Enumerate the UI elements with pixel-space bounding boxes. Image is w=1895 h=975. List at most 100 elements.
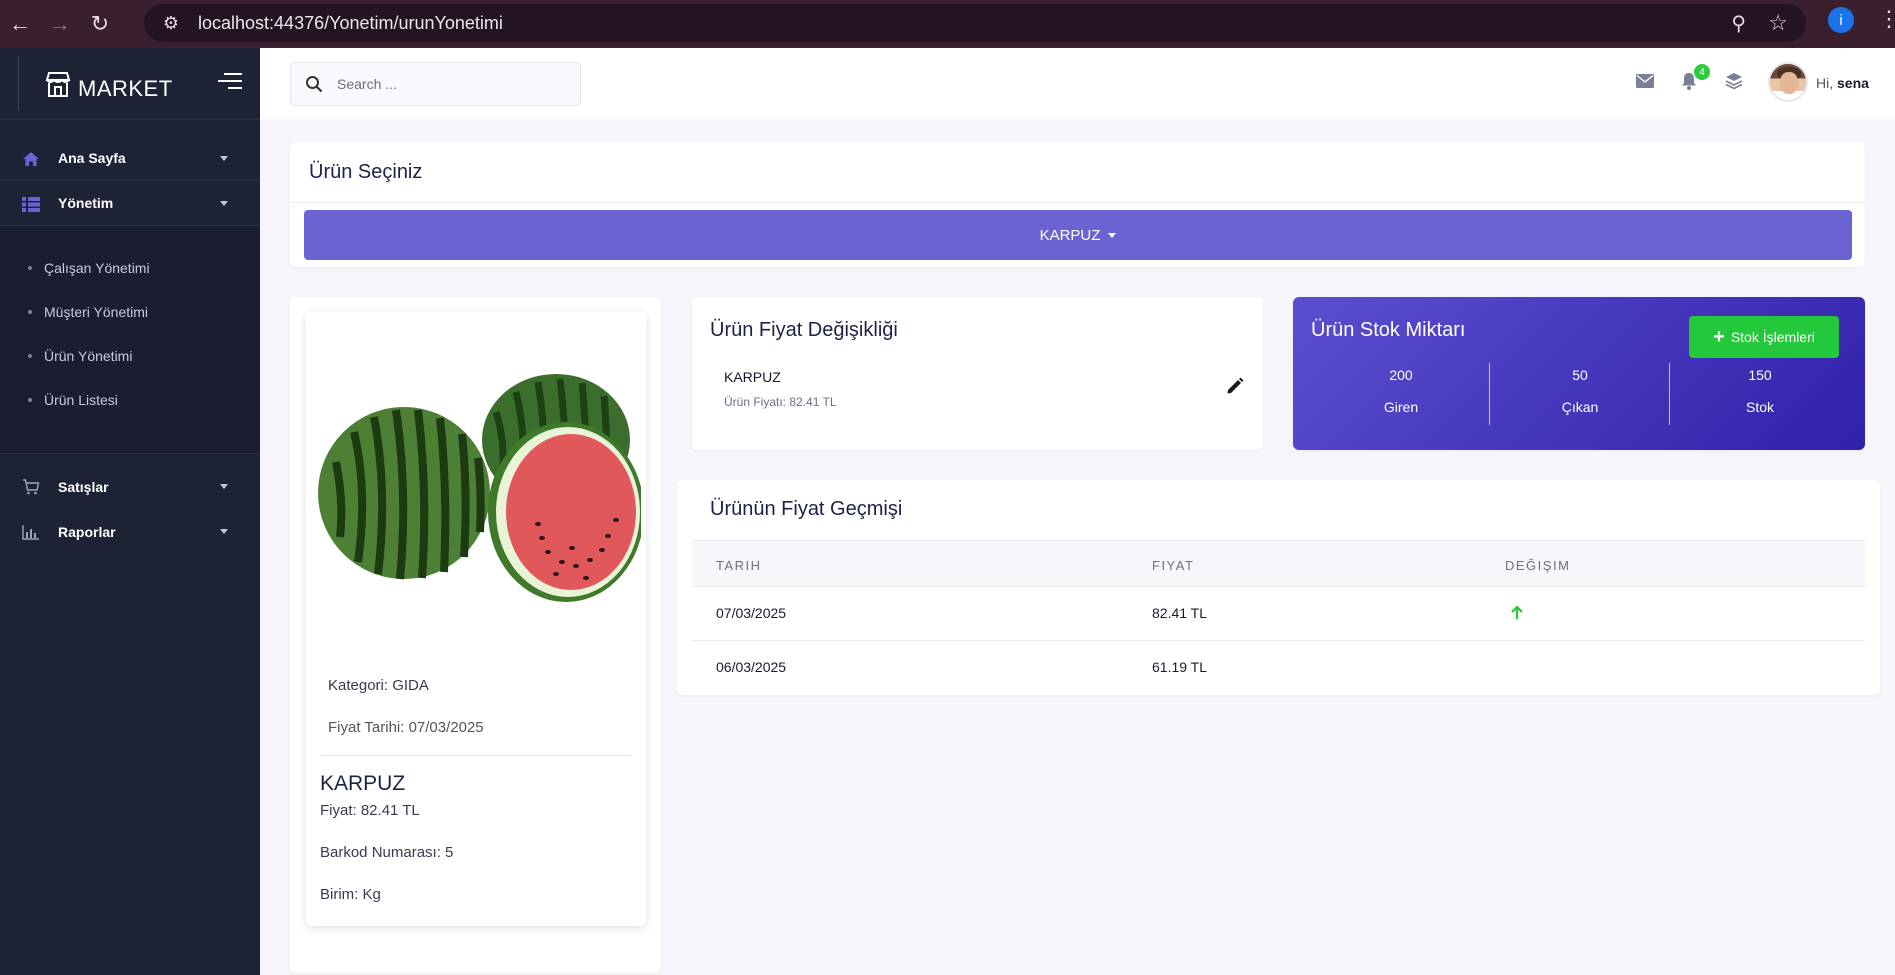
card-title: Ürünün Fiyat Geçmişi xyxy=(710,498,903,520)
layers-icon[interactable] xyxy=(1725,72,1743,90)
submenu-item-urun-listesi[interactable]: Ürün Listesi xyxy=(0,378,260,422)
sidebar-item-raporlar[interactable]: Raporlar xyxy=(0,509,260,554)
column-header-price[interactable]: FIYAT xyxy=(1152,558,1194,573)
column-header-date[interactable]: TARIH xyxy=(716,558,762,573)
product-unit: Birim: Kg xyxy=(320,886,381,903)
grid-list-icon xyxy=(22,197,40,212)
product-name: KARPUZ xyxy=(320,772,406,795)
stat-label: Stok xyxy=(1745,399,1774,415)
arrow-up-icon xyxy=(1511,606,1523,619)
sidebar-item-label: Raporlar xyxy=(58,523,116,540)
forward-icon[interactable]: → xyxy=(40,6,80,42)
row-price: 82.41 TL xyxy=(1152,605,1208,621)
submenu-item-label: Ürün Listesi xyxy=(44,392,118,408)
row-date: 06/03/2025 xyxy=(716,659,787,675)
card-title: Ürün Seçiniz xyxy=(309,161,423,183)
bar-chart-icon xyxy=(22,525,39,540)
pencil-icon[interactable] xyxy=(1226,377,1244,395)
stat-label: Giren xyxy=(1383,399,1419,415)
table-row: 07/03/2025 82.41 TL xyxy=(692,587,1865,641)
stat-value: 200 xyxy=(1389,367,1413,383)
site-settings-icon[interactable]: ⚙ xyxy=(154,13,188,34)
sidebar-item-satislar[interactable]: Satışlar xyxy=(0,464,260,509)
yonetim-submenu: Çalışan Yönetimi Müşteri Yönetimi Ürün Y… xyxy=(0,226,260,454)
card-title: Ürün Stok Miktarı xyxy=(1311,319,1466,341)
topbar: 4 Hi, sena xyxy=(260,48,1895,119)
user-greeting[interactable]: Hi, sena xyxy=(1816,75,1869,91)
sidebar-item-label: Ana Sayfa xyxy=(58,150,126,166)
brand-name[interactable]: MARKET xyxy=(78,76,173,102)
stock-operations-button[interactable]: + Stok İşlemleri xyxy=(1689,316,1839,358)
submenu-item-urun-yonetimi[interactable]: Ürün Yönetimi xyxy=(0,334,260,378)
price-product-name: KARPUZ xyxy=(724,369,781,385)
bullet-icon xyxy=(28,310,32,314)
notification-badge: 4 xyxy=(1694,64,1710,80)
row-price: 61.19 TL xyxy=(1152,659,1208,675)
stat-value: 150 xyxy=(1748,367,1772,383)
sidebar-item-label: Satışlar xyxy=(58,478,109,495)
mail-icon[interactable] xyxy=(1636,74,1654,88)
bullet-icon xyxy=(28,398,32,402)
stock-card: Ürün Stok Miktarı + Stok İşlemleri 200 G… xyxy=(1293,297,1865,450)
brand-divider xyxy=(18,56,19,110)
stat-label: Çıkan xyxy=(1561,399,1599,415)
product-detail-card: Kategori: GIDA Fiyat Tarihi: 07/03/2025 … xyxy=(290,297,661,973)
caret-down-icon xyxy=(1108,232,1117,238)
zoom-icon[interactable]: ⚲ xyxy=(1731,11,1746,36)
search-input[interactable] xyxy=(337,76,537,92)
submenu-item-label: Müşteri Yönetimi xyxy=(44,304,149,320)
greeting-text: Hi, xyxy=(1816,75,1834,91)
stat-value: 50 xyxy=(1572,367,1588,383)
product-select-card: Ürün Seçiniz KARPUZ xyxy=(290,142,1865,267)
product-price: Fiyat: 82.41 TL xyxy=(320,802,420,819)
menu-toggle-icon[interactable] xyxy=(218,72,242,90)
product-dropdown-button[interactable]: KARPUZ xyxy=(304,210,1852,260)
url-text[interactable]: localhost:44376/Yonetim/urunYonetimi xyxy=(198,13,503,34)
reload-icon[interactable]: ↻ xyxy=(80,6,120,42)
cart-icon xyxy=(23,479,40,495)
submenu-item-musteri-yonetimi[interactable]: Müşteri Yönetimi xyxy=(0,290,260,334)
price-change-card: Ürün Fiyat Değişikliği KARPUZ Ürün Fiyat… xyxy=(692,297,1263,450)
sidebar-item-yonetim[interactable]: Yönetim xyxy=(0,181,260,226)
chevron-down-icon xyxy=(220,156,228,161)
table-header: TARIH FIYAT DEĞIŞIM xyxy=(692,540,1865,587)
submenu-item-calisan-yonetimi[interactable]: Çalışan Yönetimi xyxy=(0,246,260,290)
bullet-icon xyxy=(28,266,32,270)
back-icon[interactable]: ← xyxy=(0,6,40,42)
chevron-down-icon xyxy=(220,484,228,489)
store-icon xyxy=(45,72,71,97)
card-title: Ürün Fiyat Değişikliği xyxy=(710,319,898,341)
search-icon[interactable] xyxy=(305,75,323,93)
chevron-down-icon xyxy=(220,201,228,206)
profile-icon[interactable]: i xyxy=(1828,7,1854,33)
plus-icon: + xyxy=(1713,325,1725,348)
divider xyxy=(290,202,1865,203)
address-bar[interactable]: ⚙ localhost:44376/Yonetim/urunYonetimi ⚲… xyxy=(144,4,1806,42)
sidebar-item-ana-sayfa[interactable]: Ana Sayfa xyxy=(0,136,260,181)
submenu-item-label: Ürün Yönetimi xyxy=(44,348,133,364)
browser-toolbar: ← → ↻ ⚙ localhost:44376/Yonetim/urunYone… xyxy=(0,0,1895,48)
username: sena xyxy=(1837,75,1869,91)
dropdown-selected-value: KARPUZ xyxy=(1039,226,1101,244)
search-box xyxy=(290,62,581,106)
bookmark-star-icon[interactable]: ☆ xyxy=(1768,10,1788,36)
brand: MARKET xyxy=(0,48,260,120)
row-date: 07/03/2025 xyxy=(716,605,787,621)
stock-stat-cikan: 50 Çıkan xyxy=(1490,363,1670,415)
product-price-date: Fiyat Tarihi: 07/03/2025 xyxy=(328,719,484,736)
stock-stat-stok: 150 Stok xyxy=(1670,363,1850,415)
product-image xyxy=(318,374,641,602)
product-category: Kategori: GIDA xyxy=(328,677,429,694)
price-history-card: Ürünün Fiyat Geçmişi TARIH FIYAT DEĞIŞIM… xyxy=(677,480,1880,695)
home-icon xyxy=(23,152,39,166)
divider xyxy=(322,755,630,756)
table-row: 06/03/2025 61.19 TL xyxy=(692,641,1865,695)
product-barcode: Barkod Numarası: 5 xyxy=(320,844,454,861)
column-header-change[interactable]: DEĞIŞIM xyxy=(1505,558,1570,573)
button-label: Stok İşlemleri xyxy=(1730,329,1815,345)
browser-menu-icon[interactable]: ⋮ xyxy=(1878,6,1895,32)
bullet-icon xyxy=(28,354,32,358)
avatar[interactable] xyxy=(1768,62,1808,102)
price-product-price: Ürün Fiyatı: 82.41 TL xyxy=(724,395,837,409)
sidebar-item-label: Yönetim xyxy=(58,195,114,211)
